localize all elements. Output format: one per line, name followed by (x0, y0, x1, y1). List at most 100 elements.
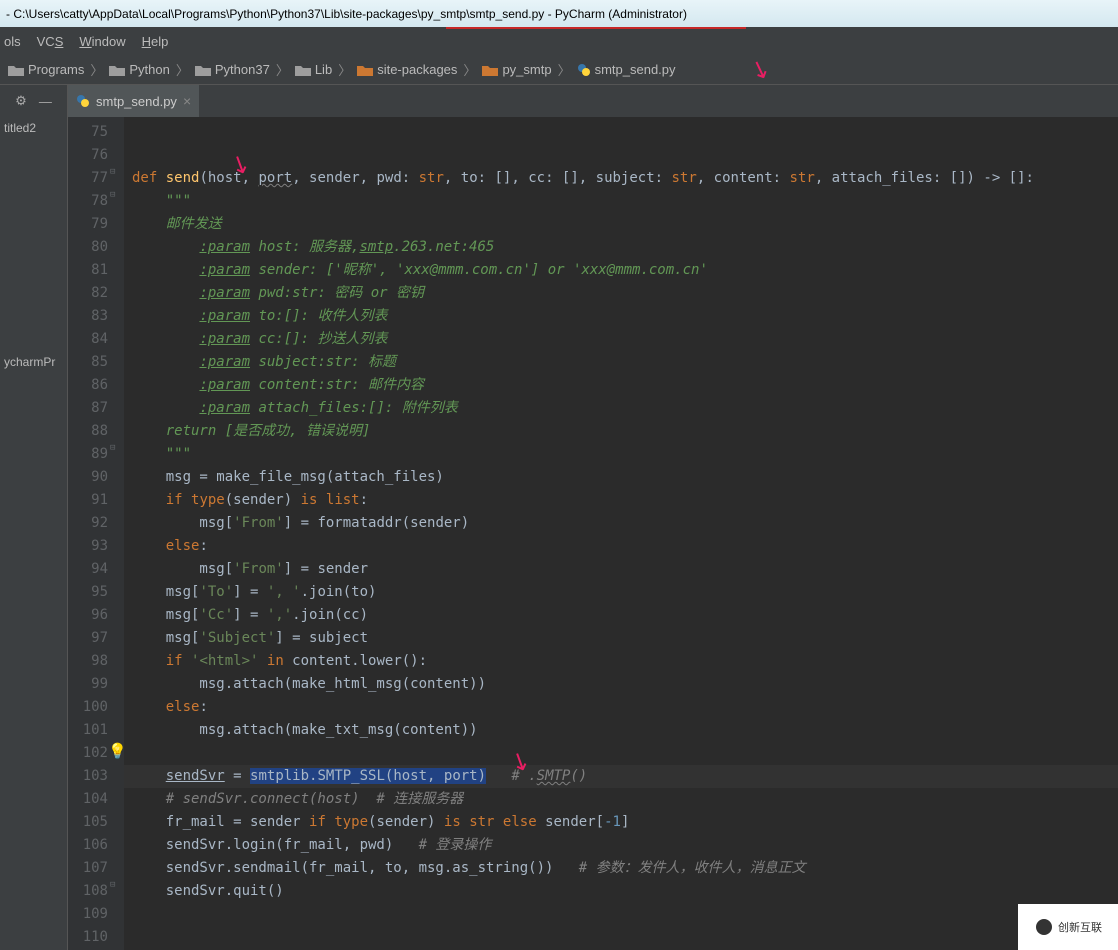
code-line[interactable]: msg.attach(make_html_msg(content)) (124, 673, 1118, 696)
watermark-icon (1034, 917, 1054, 937)
code-line[interactable] (124, 742, 1118, 765)
code-line[interactable]: sendSvr = smtplib.SMTP_SSL(host, port) #… (124, 765, 1118, 788)
code-line[interactable]: # sendSvr.connect(host) # 连接服务器 (124, 788, 1118, 811)
fold-icon[interactable]: ⊟ (110, 443, 115, 453)
minimize-icon[interactable]: — (39, 94, 52, 109)
code-line[interactable]: sendSvr.sendmail(fr_mail, to, msg.as_str… (124, 857, 1118, 880)
code-line[interactable]: :param cc:[]: 抄送人列表 (124, 328, 1118, 351)
menu-window[interactable]: Window (79, 34, 125, 49)
line-number: 85 (68, 351, 124, 374)
line-number: 101 (68, 719, 124, 742)
code-line[interactable]: msg = make_file_msg(attach_files) (124, 466, 1118, 489)
line-number: 110 (68, 926, 124, 949)
line-number: 104 (68, 788, 124, 811)
breadcrumb-item[interactable]: smtp_send.py (573, 62, 680, 77)
line-number: 84 (68, 328, 124, 351)
code-line[interactable]: """ (124, 190, 1118, 213)
watermark: 创新互联 (1018, 904, 1118, 950)
line-number: 81 (68, 259, 124, 282)
code-line[interactable] (124, 144, 1118, 167)
line-number: 94 (68, 558, 124, 581)
code-line[interactable]: if type(sender) is list: (124, 489, 1118, 512)
code-line[interactable]: 邮件发送 (124, 213, 1118, 236)
code-line[interactable]: sendSvr.login(fr_mail, pwd) # 登录操作 (124, 834, 1118, 857)
code-line[interactable]: if '<html>' in content.lower(): (124, 650, 1118, 673)
code-line[interactable]: msg['From'] = sender (124, 558, 1118, 581)
watermark-text: 创新互联 (1058, 919, 1102, 935)
line-number: 97 (68, 627, 124, 650)
breadcrumb-item[interactable]: Python37 (191, 62, 274, 77)
line-number: 92 (68, 512, 124, 535)
breadcrumbs: Programs〉Python〉Python37〉Lib〉site-packag… (0, 55, 1118, 85)
code-line[interactable]: :param host: 服务器,smtp.263.net:465 (124, 236, 1118, 259)
code-line[interactable]: else: (124, 696, 1118, 719)
chevron-right-icon: 〉 (463, 60, 476, 79)
code-line[interactable]: msg['From'] = formataddr(sender) (124, 512, 1118, 535)
line-number: 98 (68, 650, 124, 673)
code-line[interactable]: fr_mail = sender if type(sender) is str … (124, 811, 1118, 834)
line-number: 80 (68, 236, 124, 259)
close-icon[interactable]: × (183, 93, 191, 109)
code-line[interactable] (124, 903, 1118, 926)
line-number: 87 (68, 397, 124, 420)
line-number: 96 (68, 604, 124, 627)
gutter: 💡 75767778798081828384858687888990919293… (68, 117, 124, 950)
code-line[interactable]: else: (124, 535, 1118, 558)
code-line[interactable]: msg['Cc'] = ','.join(cc) (124, 604, 1118, 627)
breadcrumb-item[interactable]: Programs (4, 62, 88, 77)
code-line[interactable]: msg.attach(make_txt_msg(content)) (124, 719, 1118, 742)
code-line[interactable] (124, 926, 1118, 949)
line-number: 103 (68, 765, 124, 788)
code-line[interactable]: :param content:str: 邮件内容 (124, 374, 1118, 397)
line-number: 108 (68, 880, 124, 903)
line-number: 100 (68, 696, 124, 719)
tab-label: smtp_send.py (96, 94, 177, 109)
chevron-right-icon: 〉 (338, 60, 351, 79)
line-number: 93 (68, 535, 124, 558)
side-item-2[interactable]: ycharmPr (0, 355, 67, 369)
titlebar: - C:\Users\catty\AppData\Local\Programs\… (0, 0, 1118, 27)
python-file-icon (76, 94, 90, 108)
code-line[interactable]: :param pwd:str: 密码 or 密钥 (124, 282, 1118, 305)
line-number: 77 (68, 167, 124, 190)
gear-icon[interactable]: ⚙ (15, 93, 27, 109)
code-line[interactable]: :param to:[]: 收件人列表 (124, 305, 1118, 328)
line-number: 75 (68, 121, 124, 144)
code-line[interactable]: msg['To'] = ', '.join(to) (124, 581, 1118, 604)
line-number: 78 (68, 190, 124, 213)
chevron-right-icon: 〉 (558, 60, 571, 79)
code-line[interactable]: sendSvr.quit() (124, 880, 1118, 903)
code-line[interactable]: :param subject:str: 标题 (124, 351, 1118, 374)
fold-icon[interactable]: ⊟ (110, 190, 115, 200)
line-number: 105 (68, 811, 124, 834)
menu-tools[interactable]: ols (4, 34, 21, 49)
editor-main: titled2 ycharmPr 💡 757677787980818283848… (0, 117, 1118, 950)
line-number: 89 (68, 443, 124, 466)
line-number: 109 (68, 903, 124, 926)
code-line[interactable] (124, 121, 1118, 144)
side-item-1[interactable]: titled2 (0, 121, 67, 135)
line-number: 99 (68, 673, 124, 696)
code-editor[interactable]: def send(host, port, sender, pwd: str, t… (124, 117, 1118, 950)
chevron-right-icon: 〉 (90, 60, 103, 79)
line-number: 86 (68, 374, 124, 397)
chevron-right-icon: 〉 (176, 60, 189, 79)
line-number: 82 (68, 282, 124, 305)
code-line[interactable]: :param sender: ['昵称', 'xxx@mmm.com.cn'] … (124, 259, 1118, 282)
code-line[interactable]: msg['Subject'] = subject (124, 627, 1118, 650)
menu-help[interactable]: Help (142, 34, 169, 49)
side-panel: titled2 ycharmPr (0, 117, 68, 950)
chevron-right-icon: 〉 (276, 60, 289, 79)
fold-icon[interactable]: ⊟ (110, 880, 115, 890)
code-line[interactable]: def send(host, port, sender, pwd: str, t… (124, 167, 1118, 190)
breadcrumb-item[interactable]: Lib (291, 62, 336, 77)
breadcrumb-item[interactable]: py_smtp (478, 62, 555, 77)
file-tab[interactable]: smtp_send.py × (68, 85, 199, 117)
breadcrumb-item[interactable]: Python (105, 62, 173, 77)
breadcrumb-item[interactable]: site-packages (353, 62, 461, 77)
fold-icon[interactable]: ⊟ (110, 167, 115, 177)
code-line[interactable]: """ (124, 443, 1118, 466)
code-line[interactable]: return [是否成功, 错误说明] (124, 420, 1118, 443)
code-line[interactable]: :param attach_files:[]: 附件列表 (124, 397, 1118, 420)
menu-vcs[interactable]: VCS (37, 34, 64, 49)
